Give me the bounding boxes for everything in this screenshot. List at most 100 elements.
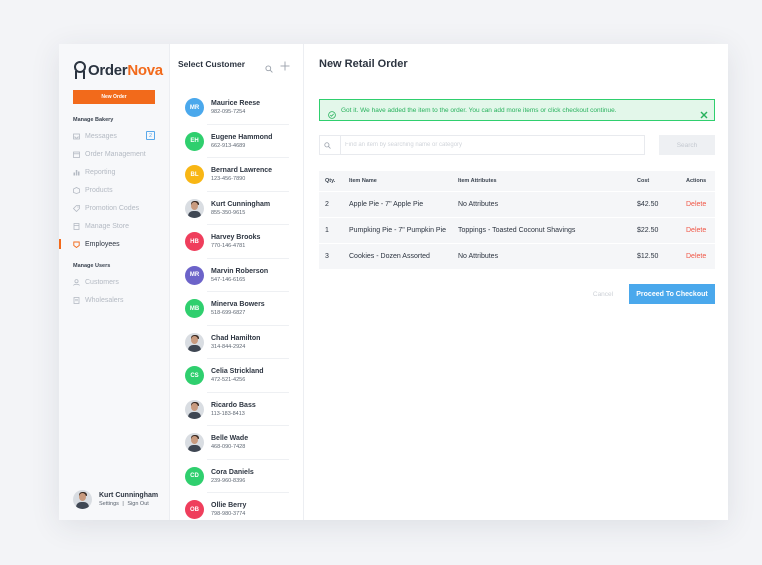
customer-initials-avatar: HB <box>185 232 204 251</box>
customer-phone: 662-913-4689 <box>211 142 246 149</box>
user-icon <box>73 278 80 286</box>
customer-list-item[interactable]: EH Eugene Hammond 662-913-4689 <box>170 125 304 159</box>
sidebar-item-order-management[interactable]: Order Management <box>73 148 157 160</box>
cancel-button[interactable]: Cancel <box>588 284 618 304</box>
cell-item-name: Pumpking Pie - 7" Pumpkin Pie <box>349 227 447 234</box>
cell-qty: 2 <box>325 201 329 208</box>
search-icon[interactable] <box>265 60 273 73</box>
customer-initials-avatar: EH <box>185 131 204 151</box>
sidebar-item-label: Reporting <box>85 168 116 176</box>
table-row: 2 Apple Pie - 7" Apple Pie No Attributes $4… <box>319 191 715 217</box>
alert-message: Got it. We have added the item to the or… <box>341 106 617 114</box>
sidebar-item-messages[interactable]: Messages 2 <box>73 130 157 142</box>
delete-item-button[interactable]: Delete <box>686 192 706 217</box>
customer-panel: Select Customer MR Maurice Reese 982-095-7… <box>170 44 304 520</box>
customer-list-item[interactable]: Kurt Cunningham 855-350-9615 <box>170 192 304 226</box>
customer-name: Chad Hamilton <box>211 334 261 342</box>
sidebar-item-reporting[interactable]: Reporting <box>73 166 157 178</box>
customer-list-item[interactable]: CS Celia Strickland 472-521-4256 <box>170 359 304 393</box>
proceed-to-checkout-button[interactable]: Proceed To Checkout <box>629 284 715 304</box>
customer-list-item[interactable]: Belle Wade 468-090-7428 <box>170 426 304 460</box>
customer-initials-avatar: OB <box>185 500 204 519</box>
item-search-input[interactable] <box>345 142 644 148</box>
cell-item-attributes: Toppings - Toasted Coconut Shavings <box>458 227 576 234</box>
search-button[interactable]: Search <box>659 135 715 155</box>
customer-initials-avatar: MR <box>185 265 204 285</box>
customer-phone: 123-456-7890 <box>211 176 246 182</box>
customer-list-item[interactable]: CD Cora Daniels 239-960-8396 <box>170 460 304 494</box>
customer-photo-avatar <box>185 198 204 218</box>
customer-phone: 547-146-6165 <box>211 276 246 283</box>
customer-phone: 798-980-3774 <box>211 511 246 517</box>
customer-list-item[interactable]: Ricardo Bass 113-183-8413 <box>170 393 304 427</box>
customer-name: Celia Strickland <box>211 368 264 375</box>
search-icon <box>324 136 336 154</box>
customer-list-item[interactable]: Chad Hamilton 314-844-2924 <box>170 326 304 360</box>
sidebar-item-promotion-codes[interactable]: Promotion Codes <box>73 202 157 214</box>
cell-cost: $12.50 <box>637 253 659 260</box>
calendar-icon <box>73 151 80 158</box>
sign-out-link[interactable]: Sign Out <box>127 501 148 507</box>
cell-item-attributes: No Attributes <box>458 201 499 208</box>
col-header-actions: Actions <box>686 178 707 184</box>
sidebar-item-label: Promotion Codes <box>85 204 140 212</box>
sidebar-item-label: Customers <box>85 278 119 286</box>
customer-list-item[interactable]: MR Maurice Reese 982-095-7254 <box>170 91 304 125</box>
cell-qty: 1 <box>325 227 329 234</box>
check-circle-icon <box>328 106 336 119</box>
customer-list-item[interactable]: HB Harvey Brooks 770-146-4781 <box>170 225 304 259</box>
order-items-table: Qty. Item Name Item Attributes Cost Acti… <box>319 171 715 269</box>
sidebar: OrderNova New Order Manage Bakery Messag… <box>59 44 170 520</box>
col-header-qty: Qty. <box>325 178 336 184</box>
customer-initials-avatar: BL <box>185 165 204 184</box>
customer-list-item[interactable]: MR Marvin Roberson 547-146-6165 <box>170 259 304 293</box>
customer-list-item[interactable]: BL Bernard Lawrence 123-456-7890 <box>170 158 304 192</box>
store-icon <box>73 222 80 230</box>
sidebar-item-label: Wholesalers <box>85 296 124 304</box>
customer-name: Belle Wade <box>211 435 249 442</box>
customer-phone: 314-844-2924 <box>211 343 246 350</box>
sidebar-item-label: Products <box>85 186 113 194</box>
sidebar-item-label: Employees <box>85 240 120 248</box>
inbox-icon <box>73 133 80 140</box>
sidebar-item-products[interactable]: Products <box>73 184 157 196</box>
col-header-item-attributes: Item Attributes <box>458 178 497 184</box>
customer-name: Ollie Berry <box>211 502 247 509</box>
sidebar-item-label: Manage Store <box>85 222 129 230</box>
section-manage-users: Manage Users <box>73 263 111 269</box>
col-header-cost: Cost <box>637 178 650 184</box>
customer-phone: 113-183-8413 <box>211 410 245 417</box>
cell-item-attributes: No Attributes <box>458 253 499 260</box>
delete-item-button[interactable]: Delete <box>686 218 706 243</box>
sidebar-item-manage-store[interactable]: Manage Store <box>73 220 157 232</box>
main-content: New Retail Order Got it. We have added t… <box>304 44 728 520</box>
link-separator: | <box>122 501 124 507</box>
bar-chart-icon <box>73 169 80 176</box>
badge-icon <box>73 241 80 248</box>
customer-initials-avatar: CS <box>185 366 204 385</box>
plus-icon[interactable] <box>280 58 290 71</box>
sidebar-item-employees[interactable]: Employees <box>59 238 157 250</box>
app-window: OrderNova New Order Manage Bakery Messag… <box>59 44 728 520</box>
customer-list-item[interactable]: OB Ollie Berry 798-980-3774 <box>170 493 304 520</box>
customer-phone: 855-350-9615 <box>211 209 246 216</box>
new-order-button[interactable]: New Order <box>73 90 155 104</box>
col-header-item-name: Item Name <box>349 178 377 184</box>
customer-name: Marvin Roberson <box>211 267 269 275</box>
sidebar-item-wholesalers[interactable]: Wholesalers <box>73 294 157 306</box>
cell-cost: $42.50 <box>637 201 659 208</box>
section-manage-bakery: Manage Bakery <box>73 117 114 123</box>
current-user: Kurt Cunningham Settings | Sign Out <box>73 490 158 509</box>
user-avatar[interactable] <box>73 490 92 509</box>
close-icon[interactable] <box>700 106 708 119</box>
delete-item-button[interactable]: Delete <box>686 244 706 269</box>
current-user-name: Kurt Cunningham <box>99 492 159 499</box>
customer-list-item[interactable]: MB Minerva Bowers 518-699-6827 <box>170 292 304 326</box>
tag-icon <box>73 204 80 212</box>
sidebar-item-customers[interactable]: Customers <box>73 276 157 288</box>
customer-initials-avatar: CD <box>185 466 204 486</box>
customer-name: Maurice Reese <box>211 100 261 107</box>
customer-phone: 982-095-7254 <box>211 109 246 115</box>
settings-link[interactable]: Settings <box>99 501 119 507</box>
customer-phone: 472-521-4256 <box>211 377 246 383</box>
